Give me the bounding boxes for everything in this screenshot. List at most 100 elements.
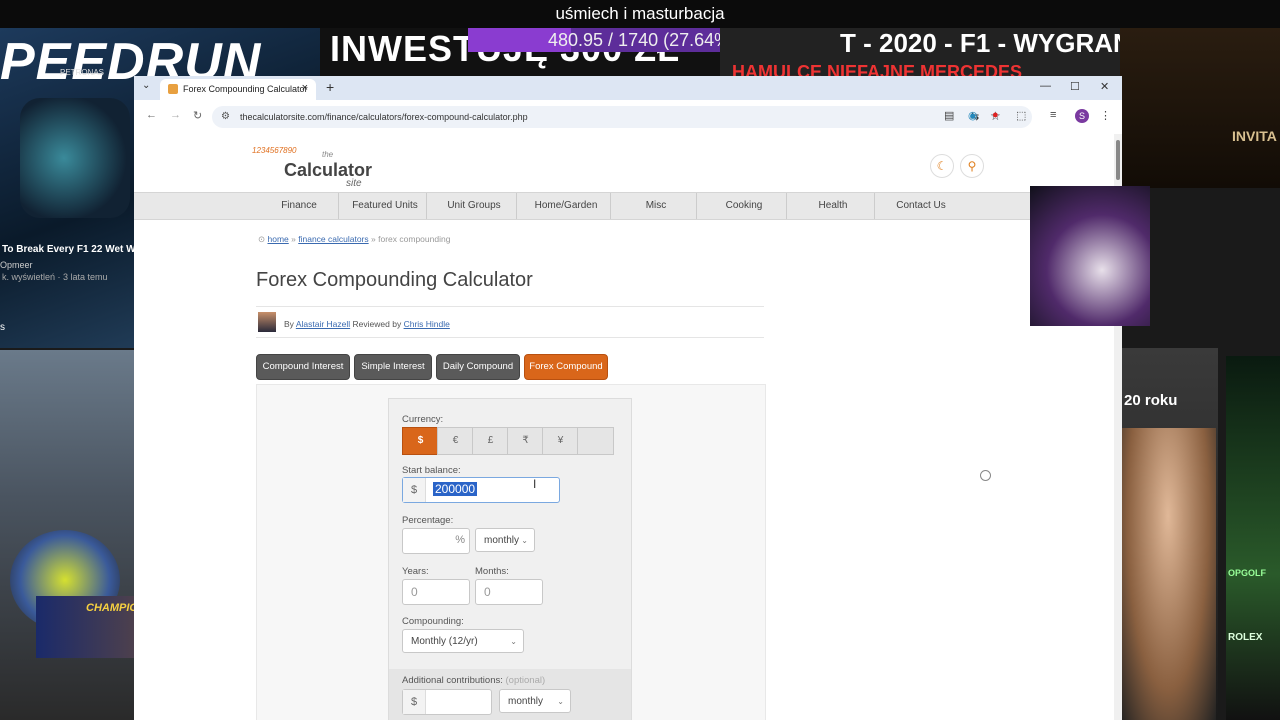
person-image xyxy=(1120,428,1216,720)
menu-featured-units[interactable]: Featured Units xyxy=(344,193,427,219)
menu-finance[interactable]: Finance xyxy=(260,193,339,219)
additional-contributions-section: Additional contributions: (optional) $ m… xyxy=(389,669,631,720)
minimize-icon[interactable]: — xyxy=(1040,80,1051,92)
golf-thumbnail: OPGOLF ROLEX xyxy=(1226,356,1280,720)
extension-news-icon[interactable]: ▤ xyxy=(944,109,954,122)
webcam-overlay xyxy=(1030,186,1150,326)
site-logo[interactable]: 1234567890 the Calculator site xyxy=(252,140,382,190)
menu-health[interactable]: Health xyxy=(792,193,875,219)
close-window-icon[interactable]: ✕ xyxy=(1100,80,1109,93)
compounding-label: Compounding: xyxy=(402,616,464,627)
tab-bar: ⌄ Forex Compounding Calculator × + — ☐ ✕ xyxy=(134,76,1122,100)
additional-label-text: Additional contributions: xyxy=(402,675,503,686)
extensions-icon[interactable]: ⬚ xyxy=(1016,109,1026,122)
months-label: Months: xyxy=(475,566,509,577)
f1-title: T - 2020 - F1 - WYGRANA xyxy=(840,28,1151,58)
calculator-form: Currency: $ € £ ₹ ¥ Start balance: $ 200… xyxy=(388,398,632,720)
author-link[interactable]: Alastair Hazell xyxy=(296,319,350,329)
author-by: By xyxy=(284,319,294,329)
extension-globe-icon[interactable]: ◉ xyxy=(968,109,978,122)
additional-amount-field[interactable]: $ xyxy=(402,689,492,715)
page-title: Forex Compounding Calculator xyxy=(256,269,533,291)
years-placeholder: 0 xyxy=(411,585,418,599)
stream-banner: uśmiech i masturbacja xyxy=(0,0,1280,28)
rolex-text: ROLEX xyxy=(1228,632,1263,643)
url-text: thecalculatorsite.com/finance/calculator… xyxy=(240,112,528,122)
chevron-down-icon: ⌄ xyxy=(557,697,564,706)
additional-period-select[interactable]: monthly ⌄ xyxy=(499,689,571,713)
percentage-period-select[interactable]: monthly ⌄ xyxy=(475,528,535,552)
currency-yen-button[interactable]: ¥ xyxy=(542,427,579,455)
racing-thumbnail xyxy=(0,350,134,720)
reviewed-by: Reviewed by xyxy=(352,319,402,329)
currency-rupee-button[interactable]: ₹ xyxy=(507,427,544,455)
menu-unit-groups[interactable]: Unit Groups xyxy=(432,193,517,219)
menu-home-garden[interactable]: Home/Garden xyxy=(522,193,611,219)
profile-avatar[interactable]: S xyxy=(1075,109,1089,123)
breadcrumb-current: forex compounding xyxy=(378,234,451,244)
optional-label: (optional) xyxy=(505,675,546,686)
divider xyxy=(256,306,764,307)
logo-the: the xyxy=(322,150,334,159)
roku-text: 20 roku xyxy=(1124,392,1178,409)
menu-contact-us[interactable]: Contact Us xyxy=(880,193,962,219)
breadcrumb-sep: » xyxy=(291,234,296,244)
menu-cooking[interactable]: Cooking xyxy=(702,193,787,219)
nav-bar: ← → ↻ ⚙ thecalculatorsite.com/finance/ca… xyxy=(134,100,1122,135)
currency-label: Currency: xyxy=(402,414,444,425)
chevron-down-icon: ⌄ xyxy=(521,536,528,545)
tab-close-icon[interactable]: × xyxy=(302,82,308,94)
settings-icon[interactable] xyxy=(980,470,991,481)
invitational-thumbnail: INVITA xyxy=(1120,28,1280,188)
currency-pound-button[interactable]: £ xyxy=(472,427,509,455)
percentage-field[interactable]: % xyxy=(402,528,470,554)
reading-list-icon[interactable]: ≡ xyxy=(1050,109,1056,121)
currency-dollar-button[interactable]: $ xyxy=(402,427,439,455)
video-title: To Break Every F1 22 Wet World xyxy=(2,244,155,255)
new-tab-icon[interactable]: + xyxy=(326,79,334,95)
breadcrumb: ⊙ home » finance calculators » forex com… xyxy=(258,234,450,245)
reload-icon[interactable]: ↻ xyxy=(193,109,202,122)
invitational-text: INVITA xyxy=(1232,128,1277,144)
site-info-icon[interactable]: ⚙ xyxy=(221,111,230,122)
extension-record-icon[interactable]: ● xyxy=(992,109,999,121)
video-s: s xyxy=(0,322,5,333)
dark-mode-icon[interactable]: ☾ xyxy=(930,154,954,178)
additional-period-value: monthly xyxy=(508,696,544,707)
golf-text: OPGOLF xyxy=(1228,568,1266,578)
additional-currency-prefix: $ xyxy=(403,690,426,714)
forward-icon[interactable]: → xyxy=(170,109,181,121)
back-icon[interactable]: ← xyxy=(146,109,157,121)
currency-blank-button[interactable] xyxy=(577,427,614,455)
start-balance-label: Start balance: xyxy=(402,465,461,476)
address-bar[interactable]: ⚙ thecalculatorsite.com/finance/calculat… xyxy=(212,106,1032,128)
tab-daily-compound[interactable]: Daily Compound xyxy=(436,354,520,380)
currency-euro-button[interactable]: € xyxy=(437,427,474,455)
maximize-icon[interactable]: ☐ xyxy=(1070,80,1080,93)
text-cursor-icon: I xyxy=(533,477,537,491)
tab-title: Forex Compounding Calculator xyxy=(183,84,308,94)
months-field[interactable]: 0 xyxy=(475,579,543,605)
breadcrumb-finance[interactable]: finance calculators xyxy=(298,234,368,244)
logo-numbers: 1234567890 xyxy=(252,146,297,155)
logo-site: site xyxy=(346,178,362,189)
tab-forex-compound[interactable]: Forex Compound xyxy=(524,354,608,380)
reviewer-link[interactable]: Chris Hindle xyxy=(404,319,450,329)
browser-window: ⌄ Forex Compounding Calculator × + — ☐ ✕… xyxy=(134,76,1122,720)
breadcrumb-home[interactable]: home xyxy=(267,234,288,244)
search-icon[interactable]: ⚲ xyxy=(960,154,984,178)
browser-tab[interactable]: Forex Compounding Calculator × xyxy=(160,79,316,100)
menu-misc[interactable]: Misc xyxy=(616,193,697,219)
compounding-select[interactable]: Monthly (12/yr) ⌄ xyxy=(402,629,524,653)
scrollbar-thumb[interactable] xyxy=(1116,140,1120,180)
tab-simple-interest[interactable]: Simple Interest xyxy=(354,354,432,380)
author-text: By Alastair Hazell Reviewed by Chris Hin… xyxy=(284,319,450,329)
tab-search-icon[interactable]: ⌄ xyxy=(142,80,150,91)
years-field[interactable]: 0 xyxy=(402,579,470,605)
tab-compound-interest[interactable]: Compound Interest xyxy=(256,354,350,380)
f1-car-image xyxy=(20,98,130,218)
menu-dots-icon[interactable]: ⋮ xyxy=(1100,109,1111,122)
percentage-label: Percentage: xyxy=(402,515,454,526)
chevron-down-icon: ⌄ xyxy=(510,637,517,646)
main-menu: Finance Featured Units Unit Groups Home/… xyxy=(134,192,1114,220)
